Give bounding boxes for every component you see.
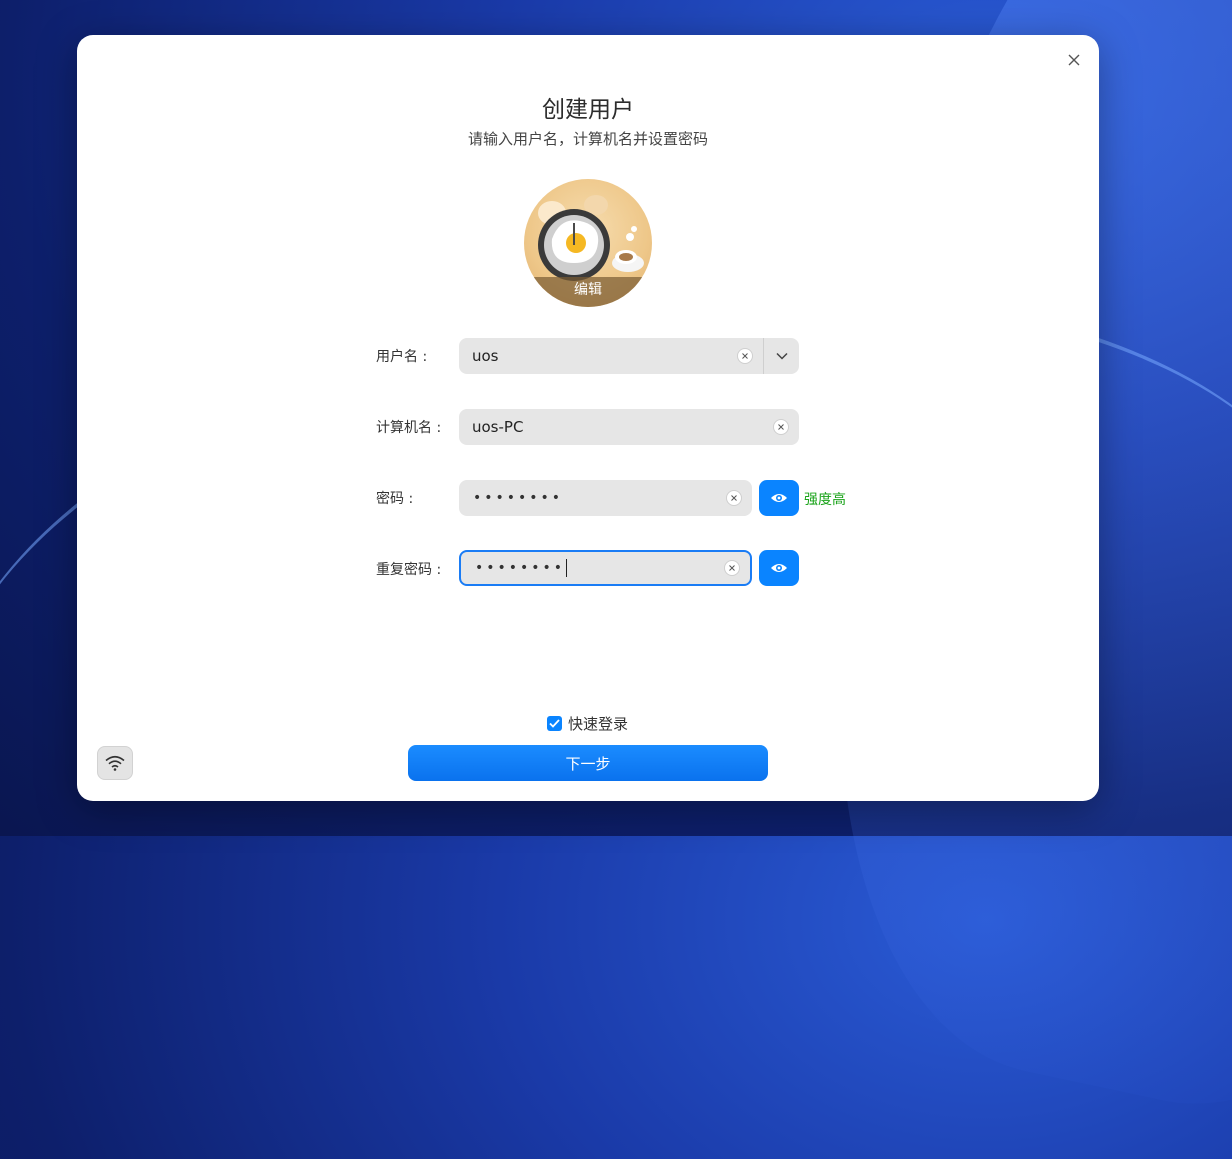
username-value: uos (472, 347, 499, 365)
avatar-edit-label[interactable]: 编辑 (524, 277, 652, 307)
password-value: •••••••• (473, 490, 564, 506)
dialog-subtitle: 请输入用户名，计算机名并设置密码 (467, 130, 708, 148)
username-dropdown-button[interactable] (763, 338, 799, 374)
clear-icon[interactable] (726, 490, 742, 506)
eye-icon (771, 494, 787, 502)
clear-icon[interactable] (773, 419, 789, 435)
network-button[interactable] (97, 746, 133, 780)
checkbox-checked-icon (549, 719, 560, 728)
repeat-password-label: 重复密码 : (376, 562, 442, 578)
close-button[interactable] (1063, 49, 1085, 71)
hostname-label: 计算机名 : (376, 420, 442, 436)
repeat-password-value: •••••••• (475, 560, 566, 576)
quick-login-option: 快速登录 (547, 713, 628, 734)
hostname-field[interactable]: uos-PC (459, 409, 799, 445)
hostname-value: uos-PC (472, 418, 524, 436)
eye-icon (771, 564, 787, 572)
password-strength: 强度高 (804, 492, 846, 508)
password-field[interactable]: •••••••• (459, 480, 752, 516)
clear-icon[interactable] (737, 348, 753, 364)
show-password-button[interactable] (759, 480, 799, 516)
close-icon (1068, 54, 1080, 66)
dialog-title: 创建用户 (542, 97, 634, 123)
show-repeat-password-button[interactable] (759, 550, 799, 586)
clear-icon[interactable] (724, 560, 740, 576)
create-user-dialog: 创建用户 请输入用户名，计算机名并设置密码 编辑 用户名 : uos 计算机名 … (77, 35, 1099, 801)
next-button[interactable]: 下一步 (408, 745, 768, 781)
text-caret (566, 559, 568, 577)
quick-login-label[interactable]: 快速登录 (568, 713, 628, 734)
repeat-password-field[interactable]: •••••••• (459, 550, 752, 586)
username-field[interactable]: uos (459, 338, 763, 374)
wifi-icon (105, 755, 125, 771)
avatar[interactable]: 编辑 (524, 179, 652, 307)
quick-login-checkbox[interactable] (547, 716, 562, 731)
chevron-down-icon (775, 352, 788, 360)
username-label: 用户名 : (376, 349, 428, 365)
password-label: 密码 : (376, 491, 414, 507)
